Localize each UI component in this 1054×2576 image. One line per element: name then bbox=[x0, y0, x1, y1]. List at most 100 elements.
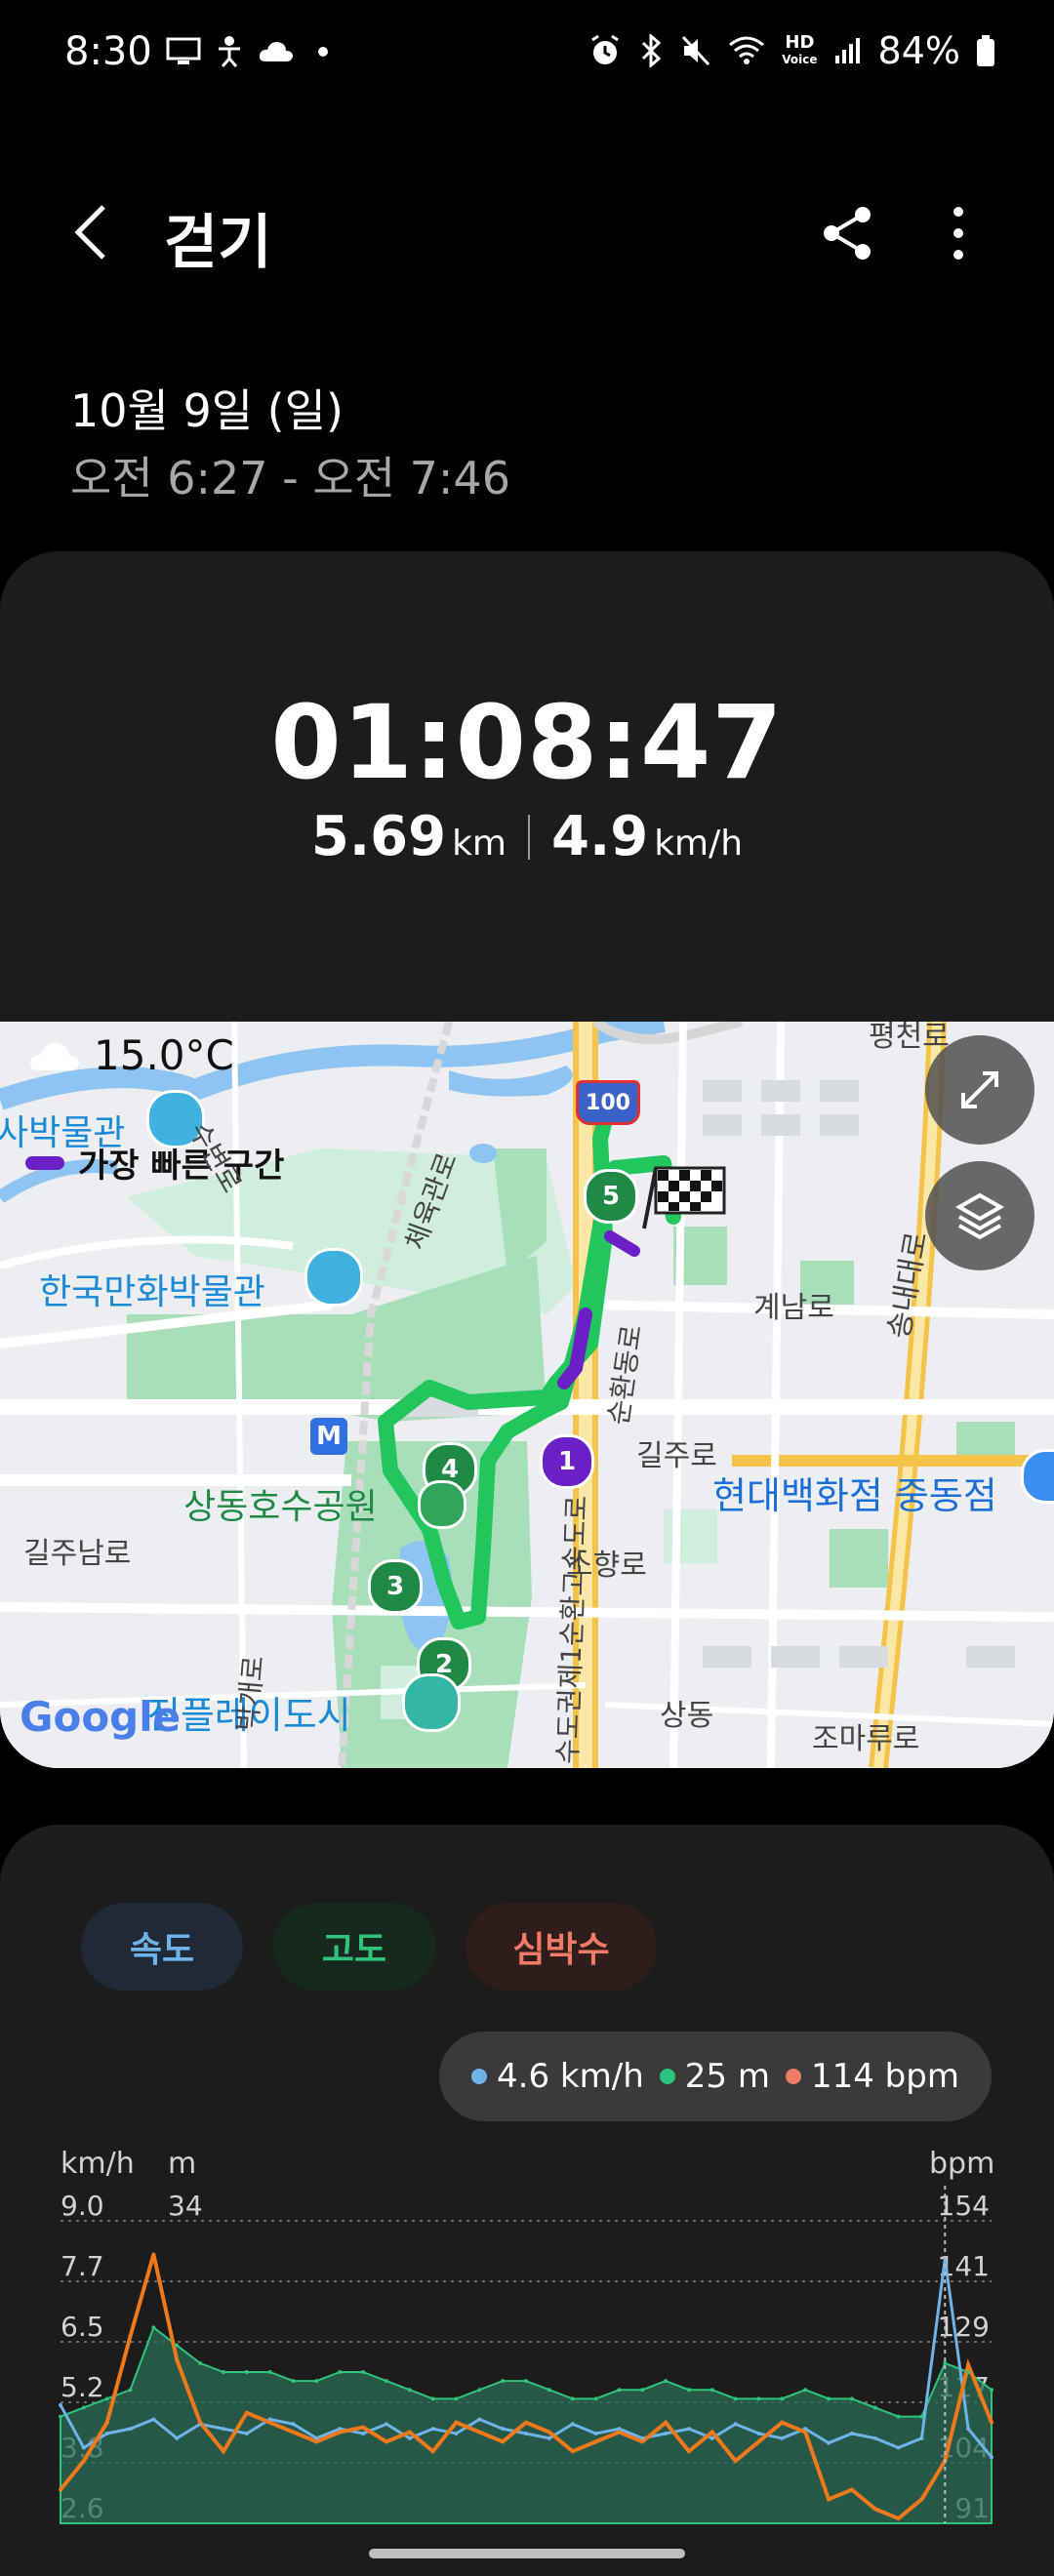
back-button[interactable] bbox=[61, 195, 119, 269]
heart-rate-point bbox=[407, 2430, 412, 2435]
speed-point bbox=[709, 2435, 714, 2440]
bpm-axis-unit: bpm bbox=[929, 2147, 995, 2181]
altitude-legend: 25 m bbox=[659, 2057, 770, 2096]
speed-point bbox=[81, 2445, 86, 2450]
altitude-point bbox=[59, 2414, 62, 2419]
altitude-point bbox=[709, 2388, 714, 2393]
mute-icon bbox=[682, 35, 710, 66]
map-layers-button[interactable] bbox=[925, 1161, 1034, 1270]
highway-shield-label: 100 bbox=[586, 1090, 630, 1115]
speed-point bbox=[593, 2431, 598, 2435]
comic-museum-pin-icon bbox=[304, 1248, 363, 1307]
alarm-icon bbox=[591, 34, 620, 64]
map-label-pyeongcheon-ro: 평천로 bbox=[869, 1022, 950, 1054]
heart-rate-point bbox=[640, 2439, 645, 2444]
home-indicator[interactable] bbox=[369, 2549, 685, 2558]
altitude-point bbox=[104, 2396, 109, 2401]
route-marker-5[interactable]: 5 bbox=[584, 1169, 638, 1224]
altitude-point bbox=[919, 2414, 924, 2419]
heart-rate-point bbox=[361, 2425, 366, 2430]
heart-rate-point bbox=[59, 2487, 62, 2492]
altitude-point bbox=[803, 2388, 808, 2393]
heart-rate-point bbox=[175, 2357, 180, 2362]
route-map[interactable]: 1 2 3 4 5 15.0°C 가장 빠른 구간 사박물관 한국만화박물관 상… bbox=[0, 1022, 1054, 1768]
session-date: 10월 9일 (일) bbox=[70, 384, 344, 437]
heart-rate-point bbox=[198, 2420, 203, 2425]
altitude-point bbox=[501, 2379, 506, 2384]
heart-rate-point bbox=[709, 2430, 714, 2435]
heart-rate-point bbox=[454, 2420, 459, 2425]
altitude-point bbox=[361, 2370, 366, 2374]
speed-point bbox=[477, 2417, 482, 2422]
altitude-point bbox=[477, 2388, 482, 2393]
screen-cast-icon bbox=[166, 37, 201, 64]
accessibility-icon bbox=[219, 36, 240, 67]
speed-point bbox=[756, 2431, 761, 2435]
speed-point bbox=[827, 2440, 831, 2445]
altitude-point bbox=[640, 2388, 645, 2393]
altitude-point bbox=[756, 2396, 761, 2401]
heart-rate-point bbox=[872, 2507, 877, 2512]
speed-point bbox=[872, 2435, 877, 2440]
chart-plot[interactable]: 9.07.76.55.23.82.61541411291171049134 bbox=[0, 2186, 1054, 2537]
altitude-point bbox=[524, 2379, 528, 2384]
heart-rate-point bbox=[128, 2334, 133, 2339]
tab-heart-rate[interactable]: 심박수 bbox=[466, 1903, 657, 1991]
altitude-point bbox=[849, 2396, 854, 2401]
chart-svg: 9.07.76.55.23.82.61541411291171049134 bbox=[59, 2186, 993, 2524]
altitude-point bbox=[780, 2396, 785, 2401]
map-label-museum: 사박물관 bbox=[0, 1113, 126, 1153]
signal-icon bbox=[834, 38, 860, 63]
speed-point bbox=[524, 2431, 528, 2435]
heart-rate-point bbox=[291, 2430, 296, 2435]
speed-value: 4.9 bbox=[551, 805, 649, 868]
altitude-point bbox=[175, 2343, 180, 2348]
tab-altitude-label: 고도 bbox=[321, 1930, 387, 1970]
heart-rate-point bbox=[733, 2459, 738, 2464]
more-options-button[interactable] bbox=[929, 201, 988, 265]
heart-rate-legend: 114 bpm bbox=[785, 2057, 959, 2096]
notification-dot-icon bbox=[318, 47, 328, 57]
fullscreen-map-button[interactable] bbox=[925, 1035, 1034, 1145]
jinpl-pin-icon bbox=[402, 1673, 461, 1732]
layers-icon bbox=[954, 1192, 1005, 1240]
altitude-point bbox=[872, 2405, 877, 2410]
weather-overlay: 15.0°C bbox=[27, 1031, 234, 1079]
speed-dot-icon bbox=[471, 2069, 488, 2084]
altitude-point bbox=[664, 2379, 669, 2384]
speed-point bbox=[919, 2435, 924, 2440]
altitude-point bbox=[570, 2396, 575, 2401]
altitude-point bbox=[338, 2370, 343, 2374]
altitude-point bbox=[617, 2388, 622, 2393]
map-label-comic-museum: 한국만화박물관 bbox=[39, 1272, 265, 1312]
tab-altitude[interactable]: 고도 bbox=[273, 1903, 435, 1991]
altitude-legend-value: 25 m bbox=[684, 2057, 770, 2096]
hd-voice-icon: HD Voice bbox=[782, 31, 818, 66]
route-marker-3[interactable]: 3 bbox=[368, 1559, 423, 1614]
temperature-label: 15.0°C bbox=[94, 1031, 234, 1079]
page-title: 걷기 bbox=[164, 209, 272, 277]
bluetooth-icon bbox=[642, 34, 662, 67]
duration-value: 01:08:47 bbox=[270, 683, 784, 802]
speed-tick-label: 7.7 bbox=[61, 2250, 104, 2282]
speed-point bbox=[990, 2455, 993, 2460]
map-label-hyundai: 현대백화점 중동점 bbox=[712, 1474, 997, 1517]
speed-point bbox=[686, 2427, 691, 2432]
highway-shield-icon: 100 bbox=[576, 1080, 640, 1125]
expand-icon bbox=[961, 1071, 998, 1108]
heart-rate-point bbox=[570, 2449, 575, 2454]
tab-speed[interactable]: 속도 bbox=[81, 1903, 243, 1991]
share-button[interactable] bbox=[816, 201, 880, 265]
heart-rate-point bbox=[384, 2439, 388, 2444]
speed-point bbox=[221, 2427, 225, 2432]
distance-unit: km bbox=[452, 824, 507, 864]
route-marker-1[interactable]: 1 bbox=[540, 1434, 594, 1489]
speed-point bbox=[104, 2431, 109, 2435]
heart-rate-point bbox=[966, 2362, 971, 2367]
speed-point bbox=[128, 2427, 133, 2432]
session-time-range: 오전 6:27 - 오전 7:46 bbox=[70, 452, 510, 504]
speed-stat: 4.9 km/h bbox=[551, 805, 743, 868]
status-system-icons: HD Voice 84% bbox=[588, 29, 995, 72]
heart-rate-point bbox=[593, 2439, 598, 2444]
heart-rate-point bbox=[430, 2449, 435, 2454]
